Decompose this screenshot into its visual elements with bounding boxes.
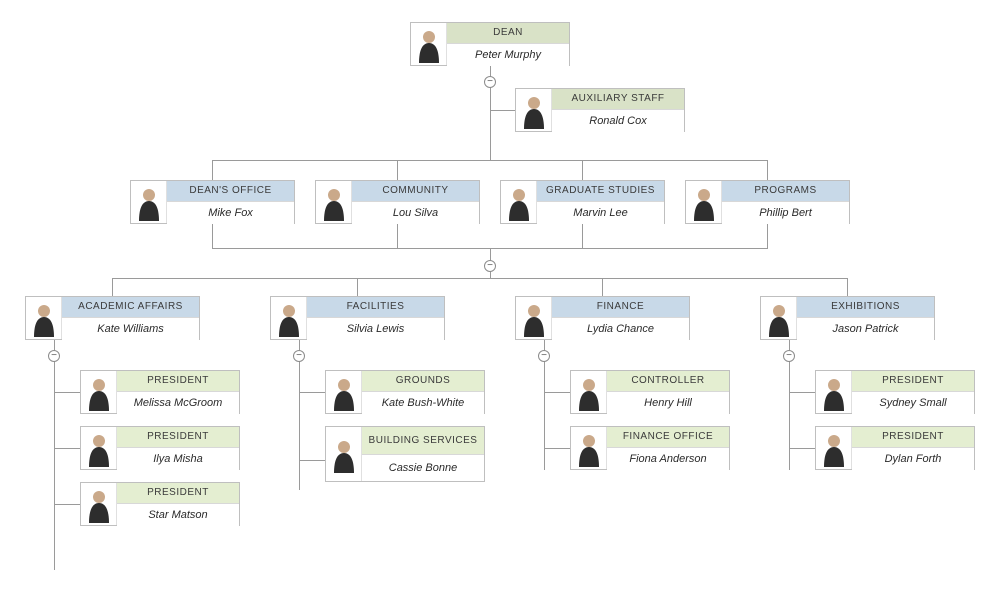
avatar [516,297,552,339]
node-title: DEAN'S OFFICE [167,181,294,202]
node-academic-affairs[interactable]: ACADEMIC AFFAIRS Kate Williams [25,296,200,340]
node-controller[interactable]: CONTROLLER Henry Hill [570,370,730,414]
node-title: PRESIDENT [117,427,239,448]
node-title: FINANCE [552,297,689,318]
node-facilities[interactable]: FACILITIES Silvia Lewis [270,296,445,340]
avatar [81,427,117,469]
node-auxiliary-staff[interactable]: AUXILIARY STAFF Ronald Cox [515,88,685,132]
node-grounds[interactable]: GROUNDS Kate Bush-White [325,370,485,414]
node-name: Star Matson [117,504,239,527]
avatar [516,89,552,131]
node-title: GROUNDS [362,371,484,392]
node-dean[interactable]: DEAN Peter Murphy [410,22,570,66]
node-title: PRESIDENT [117,483,239,504]
avatar [326,371,362,413]
node-name: Fiona Anderson [607,448,729,471]
node-title: FACILITIES [307,297,444,318]
node-name: Ronald Cox [552,110,684,133]
avatar [571,427,607,469]
node-name: Ilya Misha [117,448,239,471]
node-name: Henry Hill [607,392,729,415]
collapse-toggle[interactable]: − [783,350,795,362]
node-graduate-studies[interactable]: GRADUATE STUDIES Marvin Lee [500,180,665,224]
avatar [571,371,607,413]
avatar [271,297,307,339]
avatar [131,181,167,223]
avatar [326,427,362,481]
collapse-toggle[interactable]: − [48,350,60,362]
node-community[interactable]: COMMUNITY Lou Silva [315,180,480,224]
node-finance[interactable]: FINANCE Lydia Chance [515,296,690,340]
node-title: FINANCE OFFICE [607,427,729,448]
node-programs[interactable]: PROGRAMS Phillip Bert [685,180,850,224]
node-title: PRESIDENT [117,371,239,392]
collapse-toggle[interactable]: − [484,260,496,272]
avatar [81,483,117,525]
node-name: Phillip Bert [722,202,849,225]
node-title: CONTROLLER [607,371,729,392]
node-president-5[interactable]: PRESIDENT Dylan Forth [815,426,975,470]
node-deans-office[interactable]: DEAN'S OFFICE Mike Fox [130,180,295,224]
node-exhibitions[interactable]: EXHIBITIONS Jason Patrick [760,296,935,340]
node-title: AUXILIARY STAFF [552,89,684,110]
node-name: Marvin Lee [537,202,664,225]
node-building-services[interactable]: BUILDING SERVICES Cassie Bonne [325,426,485,482]
node-name: Kate Bush-White [362,392,484,415]
avatar [411,23,447,65]
node-name: Jason Patrick [797,318,934,341]
avatar [761,297,797,339]
node-name: Lou Silva [352,202,479,225]
node-name: Silvia Lewis [307,318,444,341]
node-title: GRADUATE STUDIES [537,181,664,202]
node-president-4[interactable]: PRESIDENT Sydney Small [815,370,975,414]
node-name: Kate Williams [62,318,199,341]
node-name: Peter Murphy [447,44,569,67]
node-title: ACADEMIC AFFAIRS [62,297,199,318]
org-chart-canvas: DEAN Peter Murphy − AUXILIARY STAFF Rona… [0,0,990,600]
collapse-toggle[interactable]: − [484,76,496,88]
avatar [26,297,62,339]
collapse-toggle[interactable]: − [538,350,550,362]
node-name: Lydia Chance [552,318,689,341]
node-name: Melissa McGroom [117,392,239,415]
node-title: BUILDING SERVICES [362,427,484,455]
avatar [501,181,537,223]
collapse-toggle[interactable]: − [293,350,305,362]
avatar [686,181,722,223]
avatar [816,371,852,413]
node-name: Cassie Bonne [362,455,484,481]
node-title: COMMUNITY [352,181,479,202]
node-finance-office[interactable]: FINANCE OFFICE Fiona Anderson [570,426,730,470]
avatar [81,371,117,413]
node-name: Sydney Small [852,392,974,415]
node-title: DEAN [447,23,569,44]
node-name: Dylan Forth [852,448,974,471]
avatar [816,427,852,469]
node-president-2[interactable]: PRESIDENT Ilya Misha [80,426,240,470]
node-title: PROGRAMS [722,181,849,202]
node-name: Mike Fox [167,202,294,225]
node-president-3[interactable]: PRESIDENT Star Matson [80,482,240,526]
avatar [316,181,352,223]
node-president-1[interactable]: PRESIDENT Melissa McGroom [80,370,240,414]
node-title: EXHIBITIONS [797,297,934,318]
node-title: PRESIDENT [852,371,974,392]
node-title: PRESIDENT [852,427,974,448]
